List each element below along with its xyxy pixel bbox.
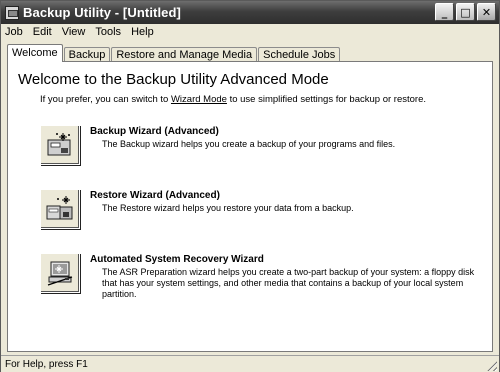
restore-wizard-icon — [46, 196, 73, 220]
welcome-title: Welcome to the Backup Utility Advanced M… — [18, 71, 329, 88]
asr-wizard-title[interactable]: Automated System Recovery Wizard — [90, 254, 264, 265]
asr-wizard-icon — [47, 261, 73, 286]
window-title: Backup Utility - [Untitled] — [23, 5, 181, 20]
backup-app-icon[interactable] — [5, 5, 19, 20]
intro-text-after: to use simplified settings for backup or… — [226, 94, 427, 105]
title-bar[interactable]: Backup Utility - [Untitled] _ □ ✕ — [1, 1, 499, 24]
backup-wizard-description: The Backup wizard helps you create a bac… — [102, 139, 396, 149]
menu-tools[interactable]: Tools — [90, 26, 126, 38]
menu-job[interactable]: Job — [1, 26, 28, 38]
maximize-button[interactable]: □ — [456, 3, 475, 21]
menu-edit[interactable]: Edit — [28, 26, 57, 38]
intro-text: If you prefer, you can switch to Wizard … — [40, 94, 426, 105]
restore-wizard-title[interactable]: Restore Wizard (Advanced) — [90, 190, 220, 201]
menu-view[interactable]: View — [57, 26, 91, 38]
close-button[interactable]: ✕ — [477, 3, 496, 21]
backup-utility-window: Backup Utility - [Untitled] _ □ ✕ Job Ed… — [0, 0, 500, 372]
tab-schedule-jobs[interactable]: Schedule Jobs — [258, 47, 341, 62]
tab-strip: Welcome Backup Restore and Manage Media … — [7, 44, 341, 62]
restore-wizard-description: The Restore wizard helps you restore you… — [102, 203, 354, 213]
status-text: For Help, press F1 — [5, 358, 88, 370]
wizard-mode-link[interactable]: Wizard Mode — [171, 94, 227, 105]
menu-help[interactable]: Help — [126, 26, 159, 38]
resize-grip-icon[interactable] — [485, 359, 497, 371]
window-controls: _ □ ✕ — [435, 3, 496, 21]
backup-wizard-section: Backup Wizard (Advanced) The Backup wiza… — [40, 125, 485, 173]
backup-wizard-title[interactable]: Backup Wizard (Advanced) — [90, 126, 219, 137]
tab-restore-manage-media[interactable]: Restore and Manage Media — [111, 47, 258, 62]
backup-wizard-icon — [47, 133, 71, 156]
tab-backup[interactable]: Backup — [63, 47, 111, 62]
backup-wizard-button[interactable] — [40, 125, 80, 165]
asr-wizard-section: Automated System Recovery Wizard The ASR… — [40, 253, 485, 303]
restore-wizard-button[interactable] — [40, 189, 80, 229]
minimize-button[interactable]: _ — [435, 3, 454, 21]
intro-text-before: If you prefer, you can switch to — [40, 94, 171, 105]
restore-wizard-section: Restore Wizard (Advanced) The Restore wi… — [40, 189, 485, 237]
welcome-panel: Welcome to the Backup Utility Advanced M… — [7, 61, 493, 352]
asr-wizard-button[interactable] — [40, 253, 80, 293]
asr-wizard-description: The ASR Preparation wizard helps you cre… — [102, 267, 475, 299]
tab-welcome[interactable]: Welcome — [7, 44, 63, 62]
menu-bar: Job Edit View Tools Help — [1, 24, 499, 40]
status-bar: For Help, press F1 — [1, 355, 499, 372]
